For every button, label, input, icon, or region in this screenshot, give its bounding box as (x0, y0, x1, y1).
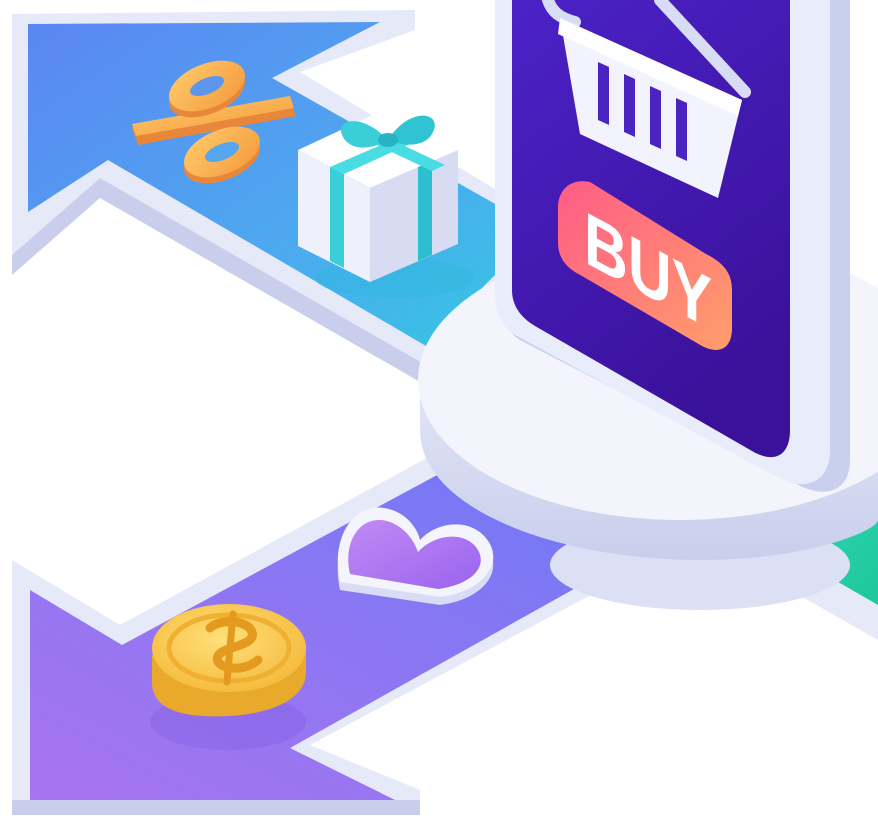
dollar-coin-icon (150, 604, 306, 750)
ecommerce-illustration: BUY (12, 0, 878, 815)
